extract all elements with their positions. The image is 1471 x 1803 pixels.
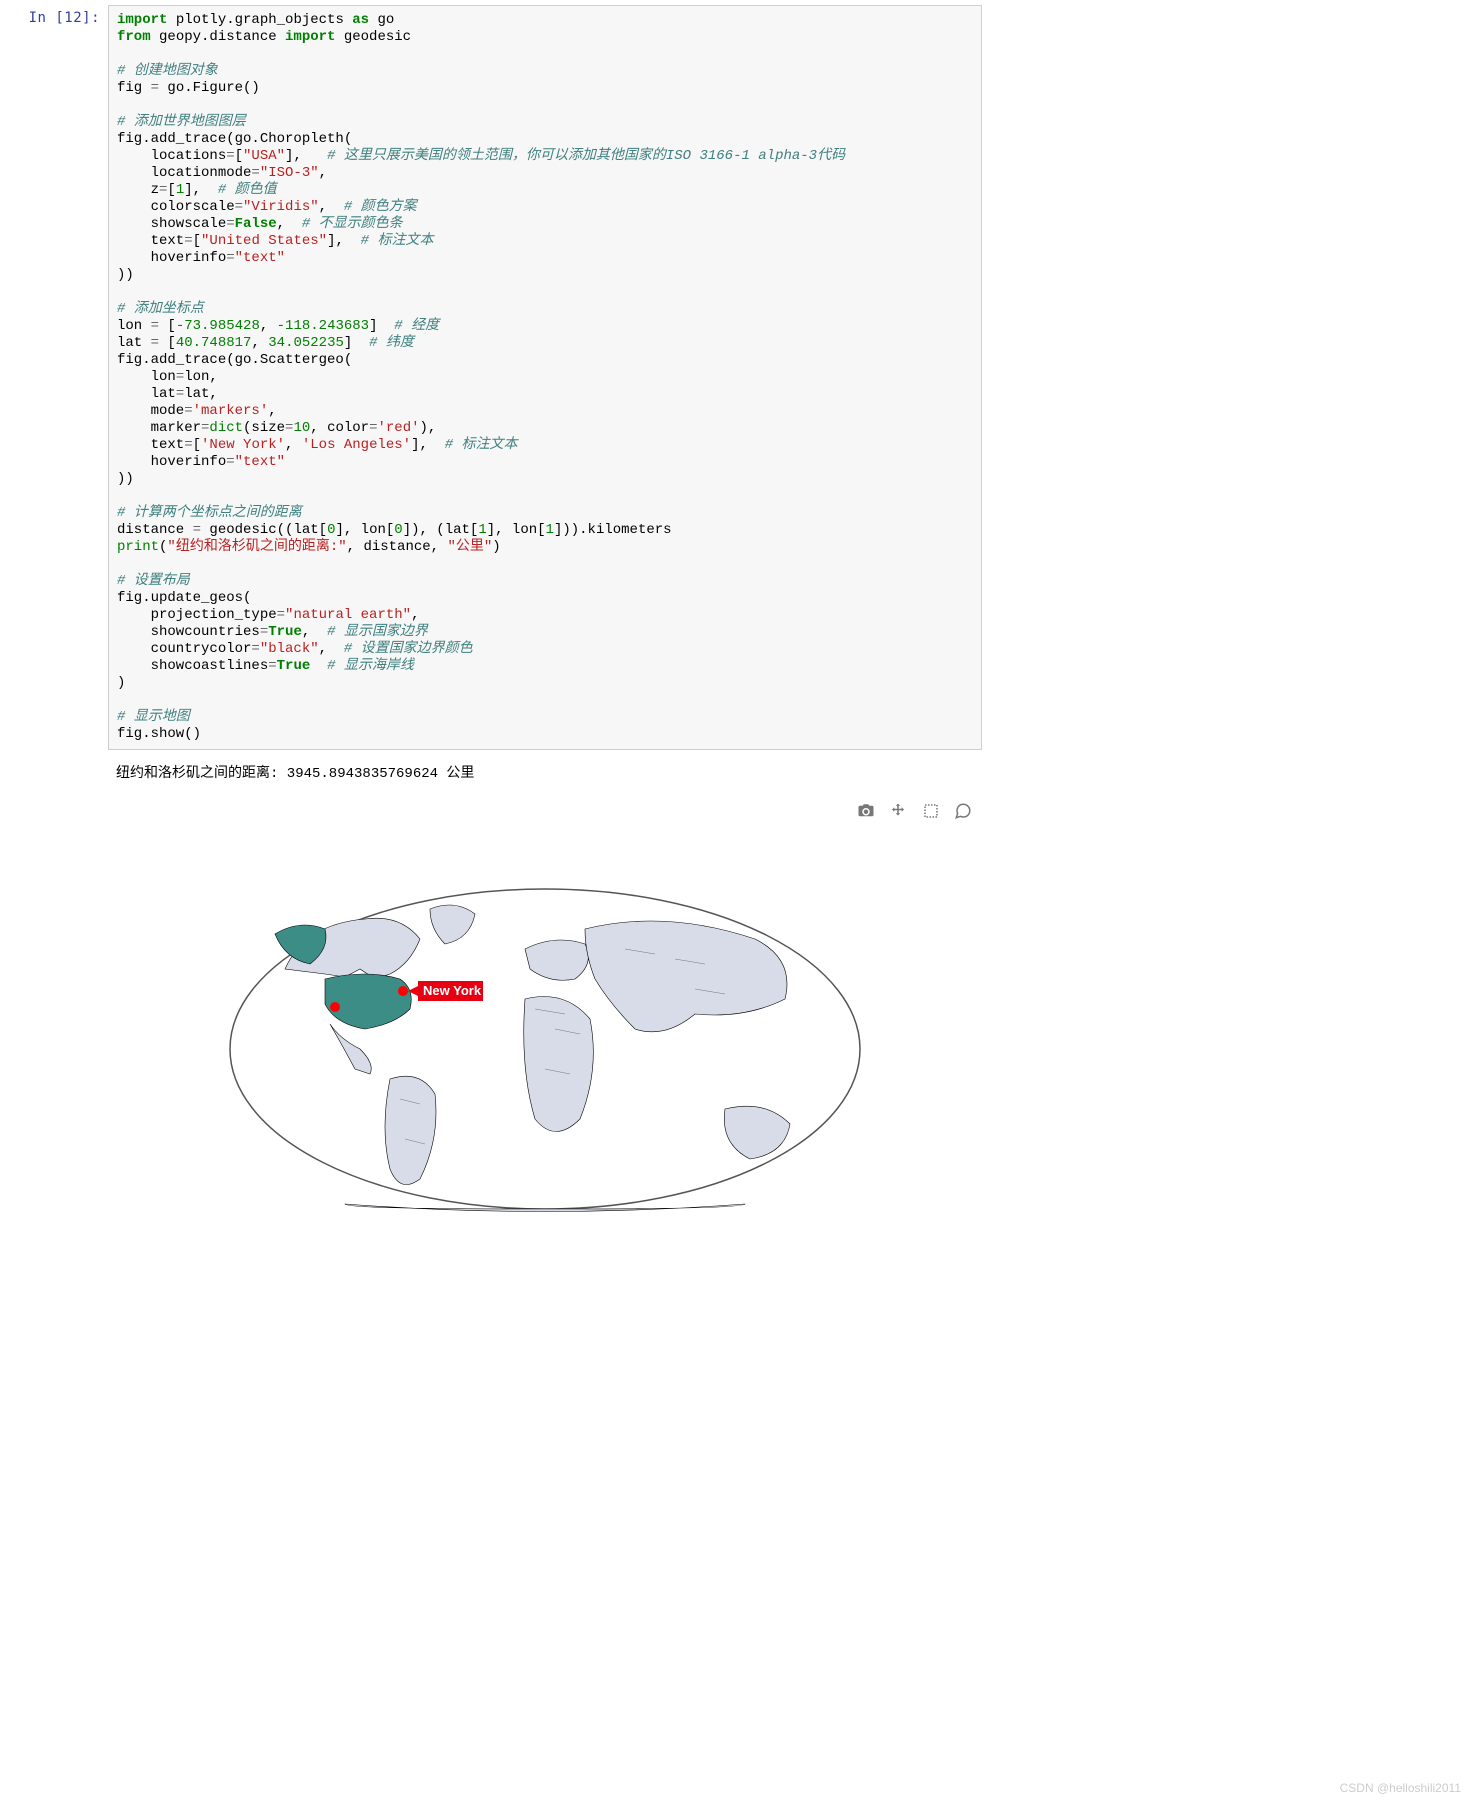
marker-new-york[interactable] [398,986,408,996]
plotly-modebar [108,794,982,829]
pan-icon[interactable] [889,802,907,820]
input-cell: In [12]: import plotly.graph_objects as … [0,0,982,755]
world-map[interactable]: New York [225,869,865,1229]
tooltip-label: New York [423,983,482,998]
output-cell: 纽约和洛杉矶之间的距离: 3945.8943835769624 公里 [0,755,982,794]
box-select-icon[interactable] [922,802,940,820]
marker-los-angeles[interactable] [330,1002,340,1012]
africa-land [524,997,594,1132]
notebook: In [12]: import plotly.graph_objects as … [0,0,982,1289]
code-input-area[interactable]: import plotly.graph_objects as go from g… [108,5,982,750]
plotly-map-output[interactable]: New York [108,829,982,1289]
output-prompt-spacer [0,760,108,789]
camera-icon[interactable] [857,802,875,820]
csdn-watermark: CSDN @helloshili2011 [1340,1781,1461,1795]
stdout-output: 纽约和洛杉矶之间的距离: 3945.8943835769624 公里 [108,760,982,789]
input-prompt: In [12]: [0,5,108,750]
hover-icon[interactable] [954,802,972,820]
hover-tooltip: New York [408,981,483,1001]
